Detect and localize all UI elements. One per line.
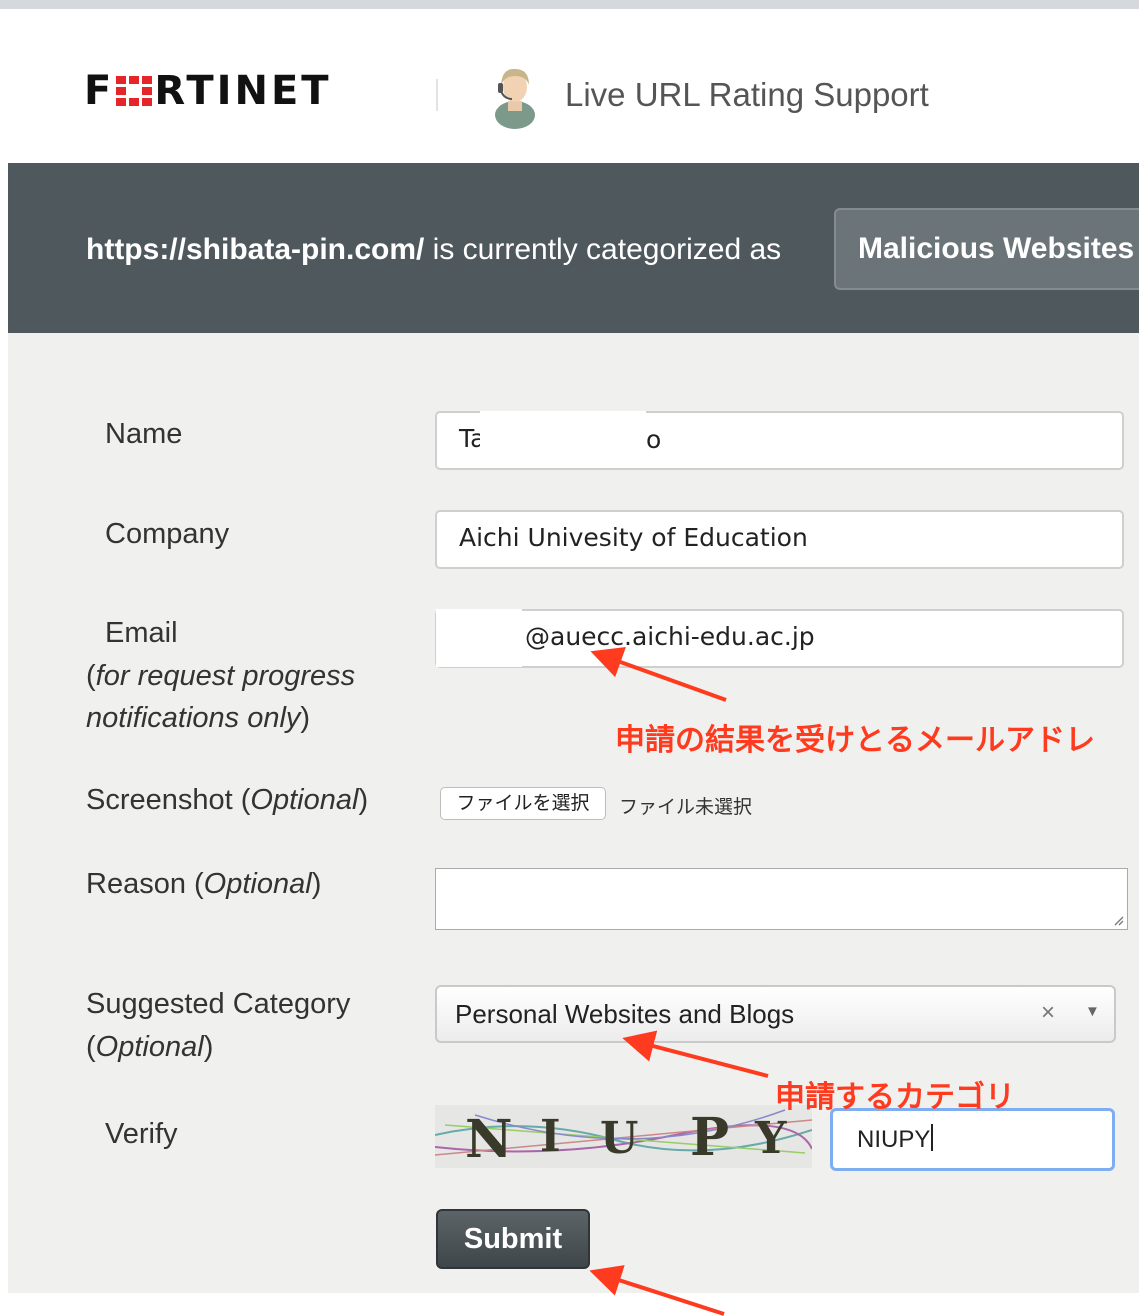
name-value-end: o: [646, 425, 662, 454]
email-annotation: 申請の結果を受けとるメールアドレ: [615, 723, 1095, 758]
banner-text: https://shibata-pin.com/ is currently ca…: [86, 233, 781, 267]
category-value: Personal Websites and Blogs: [455, 999, 795, 1029]
banner-url: https://shibata-pin.com/: [86, 233, 425, 266]
header: F RTINET Live URL Rating Support: [0, 9, 1139, 163]
captcha-char: N: [465, 1109, 513, 1168]
support-agent-icon: [495, 68, 535, 129]
email-note: (for request progress notifications only…: [86, 660, 356, 734]
redaction-block: [436, 609, 522, 667]
page-title: Live URL Rating Support: [565, 76, 929, 113]
chevron-down-icon[interactable]: ▼: [1085, 1003, 1100, 1020]
current-category: Malicious Websites: [858, 232, 1135, 265]
redaction-block: [480, 411, 646, 467]
logo-grid-icon: [116, 76, 153, 106]
page-bottom: [0, 1293, 1139, 1316]
reason-textarea[interactable]: [435, 868, 1128, 930]
choose-file-button[interactable]: ファイルを選択: [440, 787, 606, 820]
category-optional: (Optional): [86, 1031, 214, 1063]
resize-handle-icon[interactable]: [1112, 914, 1124, 926]
email-value: @auecc.aichi-edu.ac.jp: [525, 622, 815, 651]
captcha-char: P: [690, 1107, 730, 1168]
category-select[interactable]: Personal Websites and Blogs × ▼: [435, 985, 1116, 1043]
rating-form: Name Ta o Company Aichi Univesity of Edu…: [8, 333, 1139, 1293]
captcha-image: N I U P Y: [435, 1105, 812, 1168]
verify-value: NIUPY: [857, 1126, 931, 1153]
reason-label: Reason (Optional): [86, 868, 322, 900]
banner-message: is currently categorized as: [424, 233, 782, 266]
category-label: Suggested Category: [86, 988, 351, 1020]
email-input[interactable]: @auecc.aichi-edu.ac.jp: [435, 609, 1124, 668]
header-divider: [436, 79, 438, 111]
submit-button[interactable]: Submit: [436, 1209, 590, 1269]
clear-icon[interactable]: ×: [1041, 999, 1055, 1027]
current-category-badge: Malicious Websites: [834, 208, 1139, 290]
logo-rest: RTINET: [154, 68, 332, 114]
category-annotation: 申請するカテゴリ: [775, 1080, 1015, 1115]
captcha-char: U: [600, 1113, 639, 1164]
company-label: Company: [105, 518, 230, 550]
logo-letter: F: [84, 68, 115, 114]
screenshot-label: Screenshot (Optional): [86, 784, 369, 816]
captcha-char: Y: [755, 1113, 787, 1164]
email-label: Email: [105, 617, 178, 649]
category-banner: https://shibata-pin.com/ is currently ca…: [8, 163, 1139, 333]
top-border: [0, 0, 1139, 9]
name-label: Name: [105, 418, 183, 450]
fortinet-logo[interactable]: F RTINET: [84, 71, 332, 111]
captcha-char: I: [540, 1111, 561, 1162]
text-caret: [931, 1124, 934, 1151]
verify-label: Verify: [105, 1118, 178, 1150]
file-status: ファイル未選択: [619, 797, 753, 818]
company-input[interactable]: Aichi Univesity of Education: [435, 510, 1124, 569]
verify-input[interactable]: NIUPY: [830, 1108, 1115, 1171]
